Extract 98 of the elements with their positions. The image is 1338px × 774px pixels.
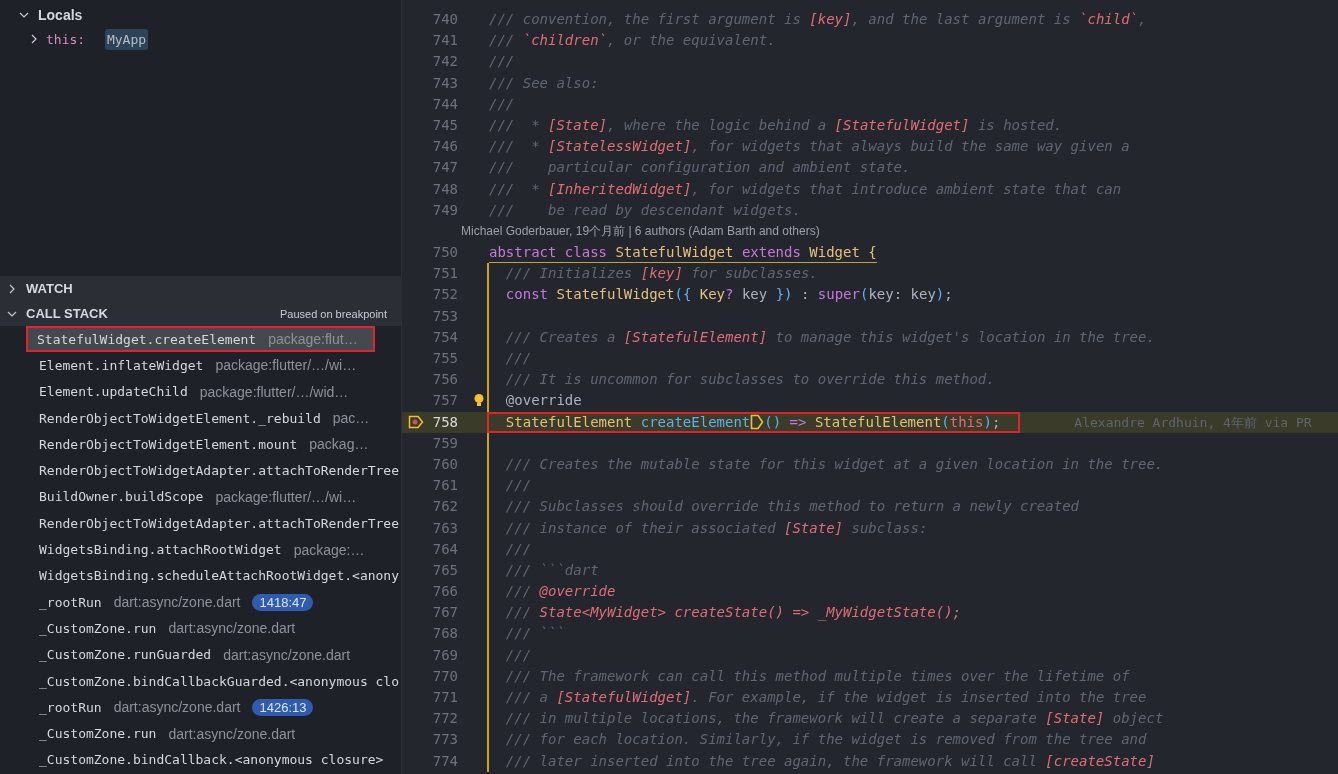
line-number: 770 — [431, 666, 458, 686]
code-text: /// — [504, 645, 532, 665]
code-text: /// * [State], where the logic behind a [StatefulWidget] is hosted. — [489, 115, 1063, 135]
line-number: 769 — [431, 645, 458, 665]
line-number: 752 — [431, 285, 458, 305]
variable-row[interactable]: this: MyApp — [0, 26, 149, 52]
code-text: /// — [504, 349, 532, 368]
line-number: 751 — [431, 264, 458, 284]
call-stack-frame[interactable]: _CustomZone.bindCallbackGuarded.<anonymous clo — [0, 667, 401, 695]
line-badge: 1418:47 — [252, 593, 314, 611]
code-text: /// ```dart — [504, 560, 599, 580]
line-number: 755 — [431, 349, 458, 368]
blame-annotation: Michael Goderbauer, 19个月前 | 6 authors (Adam Barth and others) — [461, 222, 820, 240]
code-text: /// * [InheritedWidget], for widgets that introduce ambient state that can — [489, 179, 1122, 199]
code-text: abstract class StatefulWidget extends Widget { — [489, 242, 877, 262]
code-text: /// Creates the mutable state for this widget at a given location in the tree. — [504, 454, 1164, 474]
call-stack-frame[interactable]: _rootRun dart:async/zone.dart 1418:47 — [0, 588, 401, 616]
line-number: 753 — [431, 306, 458, 326]
line-number: 760 — [431, 454, 458, 474]
code-text: /// `children`, or the equivalent. — [489, 31, 776, 51]
code-text: StatefulElement createElement — [504, 412, 751, 432]
line-number: 757 — [431, 391, 458, 411]
code-text: /// — [489, 52, 515, 72]
code-text: /// for each location. Similarly, if the widget is removed from the tree and — [504, 730, 1147, 750]
line-number: 754 — [431, 327, 458, 347]
call-stack-frame[interactable]: BuildOwner.buildScope package:flutter/…/wi… — [0, 483, 401, 511]
call-stack-frame[interactable]: Element.inflateWidget package:flutter/…/wi… — [0, 352, 401, 379]
code-text: /// * [StatelessWidget], for widgets that always build the same way given a — [489, 137, 1130, 157]
code-text: const StatefulWidget({ Key? key }) : super(key: key); — [504, 285, 953, 305]
line-number: 772 — [431, 709, 458, 729]
line-number: 744 — [431, 94, 458, 114]
call-stack-frame[interactable]: WidgetsBinding.scheduleAttachRootWidget.<anony — [0, 562, 401, 589]
code-text: /// Initializes [key] for subclasses. — [504, 264, 818, 284]
code-text: /// particular configuration and ambient state. — [489, 158, 911, 178]
code-text: @override — [504, 391, 582, 411]
line-number: 765 — [431, 560, 458, 580]
line-number: 762 — [431, 497, 458, 517]
line-number: 748 — [431, 179, 458, 199]
line-number: 740 — [431, 10, 458, 29]
call-stack-frame[interactable]: WidgetsBinding.attachRootWidget package:… — [0, 536, 401, 563]
line-number: 758 — [431, 412, 458, 432]
code-text: /// Creates a [StatefulElement] to manage this widget's location in the tree. — [504, 327, 1155, 347]
code-text: /// — [504, 476, 532, 496]
debug-status: Paused on breakpoint — [279, 307, 387, 320]
code-text: /// State<MyWidget> createState() => _MyWidgetState(); — [504, 603, 961, 623]
code-text: /// It is uncommon for subclasses to override this method. — [504, 370, 995, 390]
call-stack-frame[interactable]: _CustomZone.run dart:async/zone.dart — [0, 615, 401, 642]
code-text: /// — [489, 94, 515, 114]
code-text: /// Subclasses should override this method to return a newly created — [504, 497, 1079, 517]
line-number: 764 — [431, 539, 458, 559]
line-number: 742 — [431, 52, 458, 72]
call-stack-frame[interactable]: Element.updateChild package:flutter/…/wid… — [0, 378, 401, 405]
code-text: /// ``` — [504, 624, 565, 644]
line-number: 773 — [431, 730, 458, 750]
line-number: 749 — [431, 200, 458, 220]
code-text: /// convention, the first argument is [key], and the last argument is `child`, — [489, 10, 1147, 29]
line-number: 774 — [431, 751, 458, 771]
call-stack-frame[interactable]: RenderObjectToWidgetAdapter.attachToRenderTree — [0, 457, 401, 484]
code-text: /// a [StatefulWidget]. For example, if the widget is inserted into the tree — [504, 688, 1147, 707]
line-number: 756 — [431, 370, 458, 390]
line-number: 761 — [431, 476, 458, 496]
code-text: /// later inserted into the tree again, the framework will call [createState] — [504, 751, 1155, 771]
call-stack-frame[interactable]: _CustomZone.runGuarded dart:async/zone.dart — [0, 641, 401, 668]
breakpoint-marker-icon[interactable] — [750, 414, 765, 431]
call-stack-header[interactable]: CALL STACK — [6, 306, 108, 321]
call-stack-frame[interactable]: _CustomZone.bindCallback.<anonymous closure> — [0, 746, 401, 774]
call-stack-frame[interactable]: RenderObjectToWidgetElement.mount packag… — [0, 431, 401, 458]
call-stack-frame[interactable]: _rootRun dart:async/zone.dart 1426:13 — [0, 694, 401, 721]
lightbulb-icon[interactable] — [474, 394, 484, 407]
breakpoint-icon[interactable] — [408, 415, 424, 430]
code-text: /// See also: — [489, 73, 599, 93]
code-text: /// instance of their associated [State] subclass: — [504, 518, 928, 538]
code-text: () => StatefulElement(this); — [764, 412, 1001, 432]
line-number: 743 — [431, 73, 458, 93]
line-number: 759 — [431, 433, 458, 453]
blame-annotation: Alexandre Ardhuin, 4年前 via PR — [1074, 413, 1312, 432]
call-stack-frame[interactable]: _CustomZone.run dart:async/zone.dart — [0, 720, 401, 747]
line-badge: 1426:13 — [252, 698, 314, 716]
line-number: 741 — [431, 31, 458, 51]
line-number: 763 — [431, 518, 458, 538]
code-text: /// be read by descendant widgets. — [489, 200, 801, 220]
call-stack-frame[interactable]: RenderObjectToWidgetElement._rebuild pac… — [0, 404, 401, 432]
line-number: 771 — [431, 688, 458, 707]
line-number: 745 — [431, 115, 458, 135]
watch-header[interactable]: WATCH — [6, 281, 73, 296]
line-number: 768 — [431, 624, 458, 644]
line-number: 766 — [431, 582, 458, 602]
locals-header[interactable]: Locals — [0, 4, 83, 26]
call-stack-frame[interactable]: StatefulWidget.createElement package:flut… — [26, 326, 375, 353]
line-number: 747 — [431, 158, 458, 178]
line-number: 767 — [431, 603, 458, 623]
code-text: /// in multiple locations, the framework will create a separate [State] object — [504, 709, 1164, 729]
code-text: /// @override — [504, 582, 616, 602]
call-stack-frame[interactable]: RenderObjectToWidgetAdapter.attachToRenderTree — [0, 510, 401, 537]
code-text: /// — [504, 539, 532, 559]
code-text: /// The framework can call this method multiple times over the lifetime of — [504, 666, 1130, 686]
line-number: 746 — [431, 137, 458, 157]
line-number: 750 — [431, 243, 458, 263]
